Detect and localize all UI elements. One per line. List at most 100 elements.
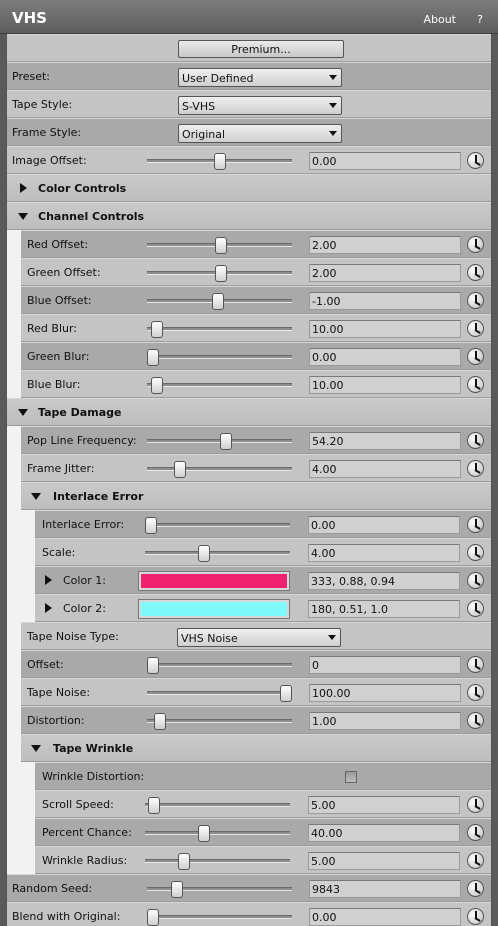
channel-controls-header[interactable]: Channel Controls [7,202,491,230]
slider-knob[interactable] [147,349,159,366]
slider-knob[interactable] [280,685,292,702]
keyframe-stopwatch-icon[interactable] [467,320,484,337]
percent-chance-slider[interactable] [145,825,290,842]
wrinkle-radius-field[interactable]: 5.00 [308,852,460,870]
keyframe-stopwatch-icon[interactable] [467,572,484,589]
slider-knob[interactable] [214,265,227,282]
green-blur-slider[interactable] [147,349,292,366]
keyframe-stopwatch-icon[interactable] [467,712,484,729]
color-2-swatch[interactable] [138,599,290,619]
color-1-swatch[interactable] [138,571,290,591]
keyframe-stopwatch-icon[interactable] [467,852,484,869]
premium-button[interactable]: Premium... [178,40,344,58]
wrinkle-distortion-checkbox[interactable] [345,771,357,783]
green-offset-field[interactable]: 2.00 [309,264,461,282]
keyframe-stopwatch-icon[interactable] [467,908,484,925]
slider-knob[interactable] [150,321,163,338]
slider-knob[interactable] [147,909,159,926]
red-offset-slider[interactable] [147,237,292,254]
image-offset-slider[interactable] [147,153,292,170]
slider-knob[interactable] [198,825,211,842]
frame-jitter-slider[interactable] [147,461,292,478]
pop-line-frequency-field[interactable]: 54.20 [309,432,461,450]
slider-knob[interactable] [198,545,211,562]
green-offset-slider[interactable] [147,265,292,282]
slider-knob[interactable] [220,433,233,450]
scale-field[interactable]: 4.00 [308,544,460,562]
pop-line-frequency-slider[interactable] [147,433,292,450]
help-button[interactable]: ? [477,13,483,26]
color-2-field[interactable]: 180, 0.51, 1.0 [308,600,460,618]
slider-knob[interactable] [147,797,160,814]
random-seed-field[interactable]: 9843 [309,880,461,898]
image-offset-field[interactable]: 0.00 [309,152,461,170]
slider-knob[interactable] [178,853,191,870]
color-1-field[interactable]: 333, 0.88, 0.94 [308,572,460,590]
tape-noise-type-dropdown[interactable]: VHS Noise [177,628,341,647]
blue-blur-field[interactable]: 10.00 [309,376,461,394]
blend-with-original-slider[interactable] [147,909,292,926]
interlace-error-slider[interactable] [145,517,290,534]
red-blur-field[interactable]: 10.00 [309,320,461,338]
offset-slider[interactable] [147,657,292,674]
slider-knob[interactable] [150,377,163,394]
keyframe-stopwatch-icon[interactable] [467,292,484,309]
blend-with-original-field[interactable]: 0.00 [309,908,461,926]
distortion-field[interactable]: 1.00 [309,712,461,730]
interlace-error-header[interactable]: Interlace Error [21,482,491,510]
keyframe-stopwatch-icon[interactable] [467,796,484,813]
blue-blur-label: Blue Blur: [27,378,81,391]
keyframe-stopwatch-icon[interactable] [467,880,484,897]
frame-style-dropdown[interactable]: Original [178,124,342,143]
tape-style-dropdown[interactable]: S-VHS [178,96,342,115]
tape-wrinkle-header[interactable]: Tape Wrinkle [21,734,491,762]
tape-noise-slider[interactable] [147,685,292,702]
random-seed-slider[interactable] [147,881,292,898]
red-offset-field[interactable]: 2.00 [309,236,461,254]
wrinkle-radius-slider[interactable] [145,853,290,870]
green-blur-field[interactable]: 0.00 [309,348,461,366]
keyframe-stopwatch-icon[interactable] [467,348,484,365]
keyframe-stopwatch-icon[interactable] [467,656,484,673]
keyframe-stopwatch-icon[interactable] [467,152,484,169]
keyframe-stopwatch-icon[interactable] [467,824,484,841]
tape-damage-header[interactable]: Tape Damage [7,398,491,426]
offset-field[interactable]: 0 [309,656,461,674]
keyframe-stopwatch-icon[interactable] [467,432,484,449]
keyframe-stopwatch-icon[interactable] [467,460,484,477]
keyframe-stopwatch-icon[interactable] [467,544,484,561]
blue-offset-slider[interactable] [147,293,292,310]
slider-knob[interactable] [214,237,227,254]
slider-knob[interactable] [153,713,166,730]
percent-chance-field[interactable]: 40.00 [308,824,460,842]
distortion-slider[interactable] [147,713,292,730]
expand-icon[interactable] [45,603,52,613]
slider-knob[interactable] [170,881,183,898]
about-button[interactable]: About [423,13,456,26]
keyframe-stopwatch-icon[interactable] [467,516,484,533]
scale-slider[interactable] [145,545,290,562]
blue-blur-slider[interactable] [147,377,292,394]
keyframe-stopwatch-icon[interactable] [467,684,484,701]
blue-offset-field[interactable]: -1.00 [309,292,461,310]
tape-noise-field[interactable]: 100.00 [309,684,461,702]
slider-knob[interactable] [173,461,186,478]
slider-knob[interactable] [213,153,226,170]
tape-noise-type-value: VHS Noise [181,632,238,645]
slider-knob[interactable] [147,657,159,674]
tape-damage-label: Tape Damage [38,406,122,419]
color-controls-header[interactable]: Color Controls [7,174,491,202]
keyframe-stopwatch-icon[interactable] [467,376,484,393]
keyframe-stopwatch-icon[interactable] [467,264,484,281]
keyframe-stopwatch-icon[interactable] [467,236,484,253]
red-blur-slider[interactable] [147,321,292,338]
slider-knob[interactable] [212,293,225,310]
interlace-error-field[interactable]: 0.00 [308,516,460,534]
frame-jitter-field[interactable]: 4.00 [309,460,461,478]
expand-icon[interactable] [45,575,52,585]
preset-dropdown[interactable]: User Defined [178,68,342,87]
slider-knob[interactable] [145,517,157,534]
scroll-speed-slider[interactable] [145,797,290,814]
scroll-speed-field[interactable]: 5.00 [308,796,460,814]
keyframe-stopwatch-icon[interactable] [467,600,484,617]
